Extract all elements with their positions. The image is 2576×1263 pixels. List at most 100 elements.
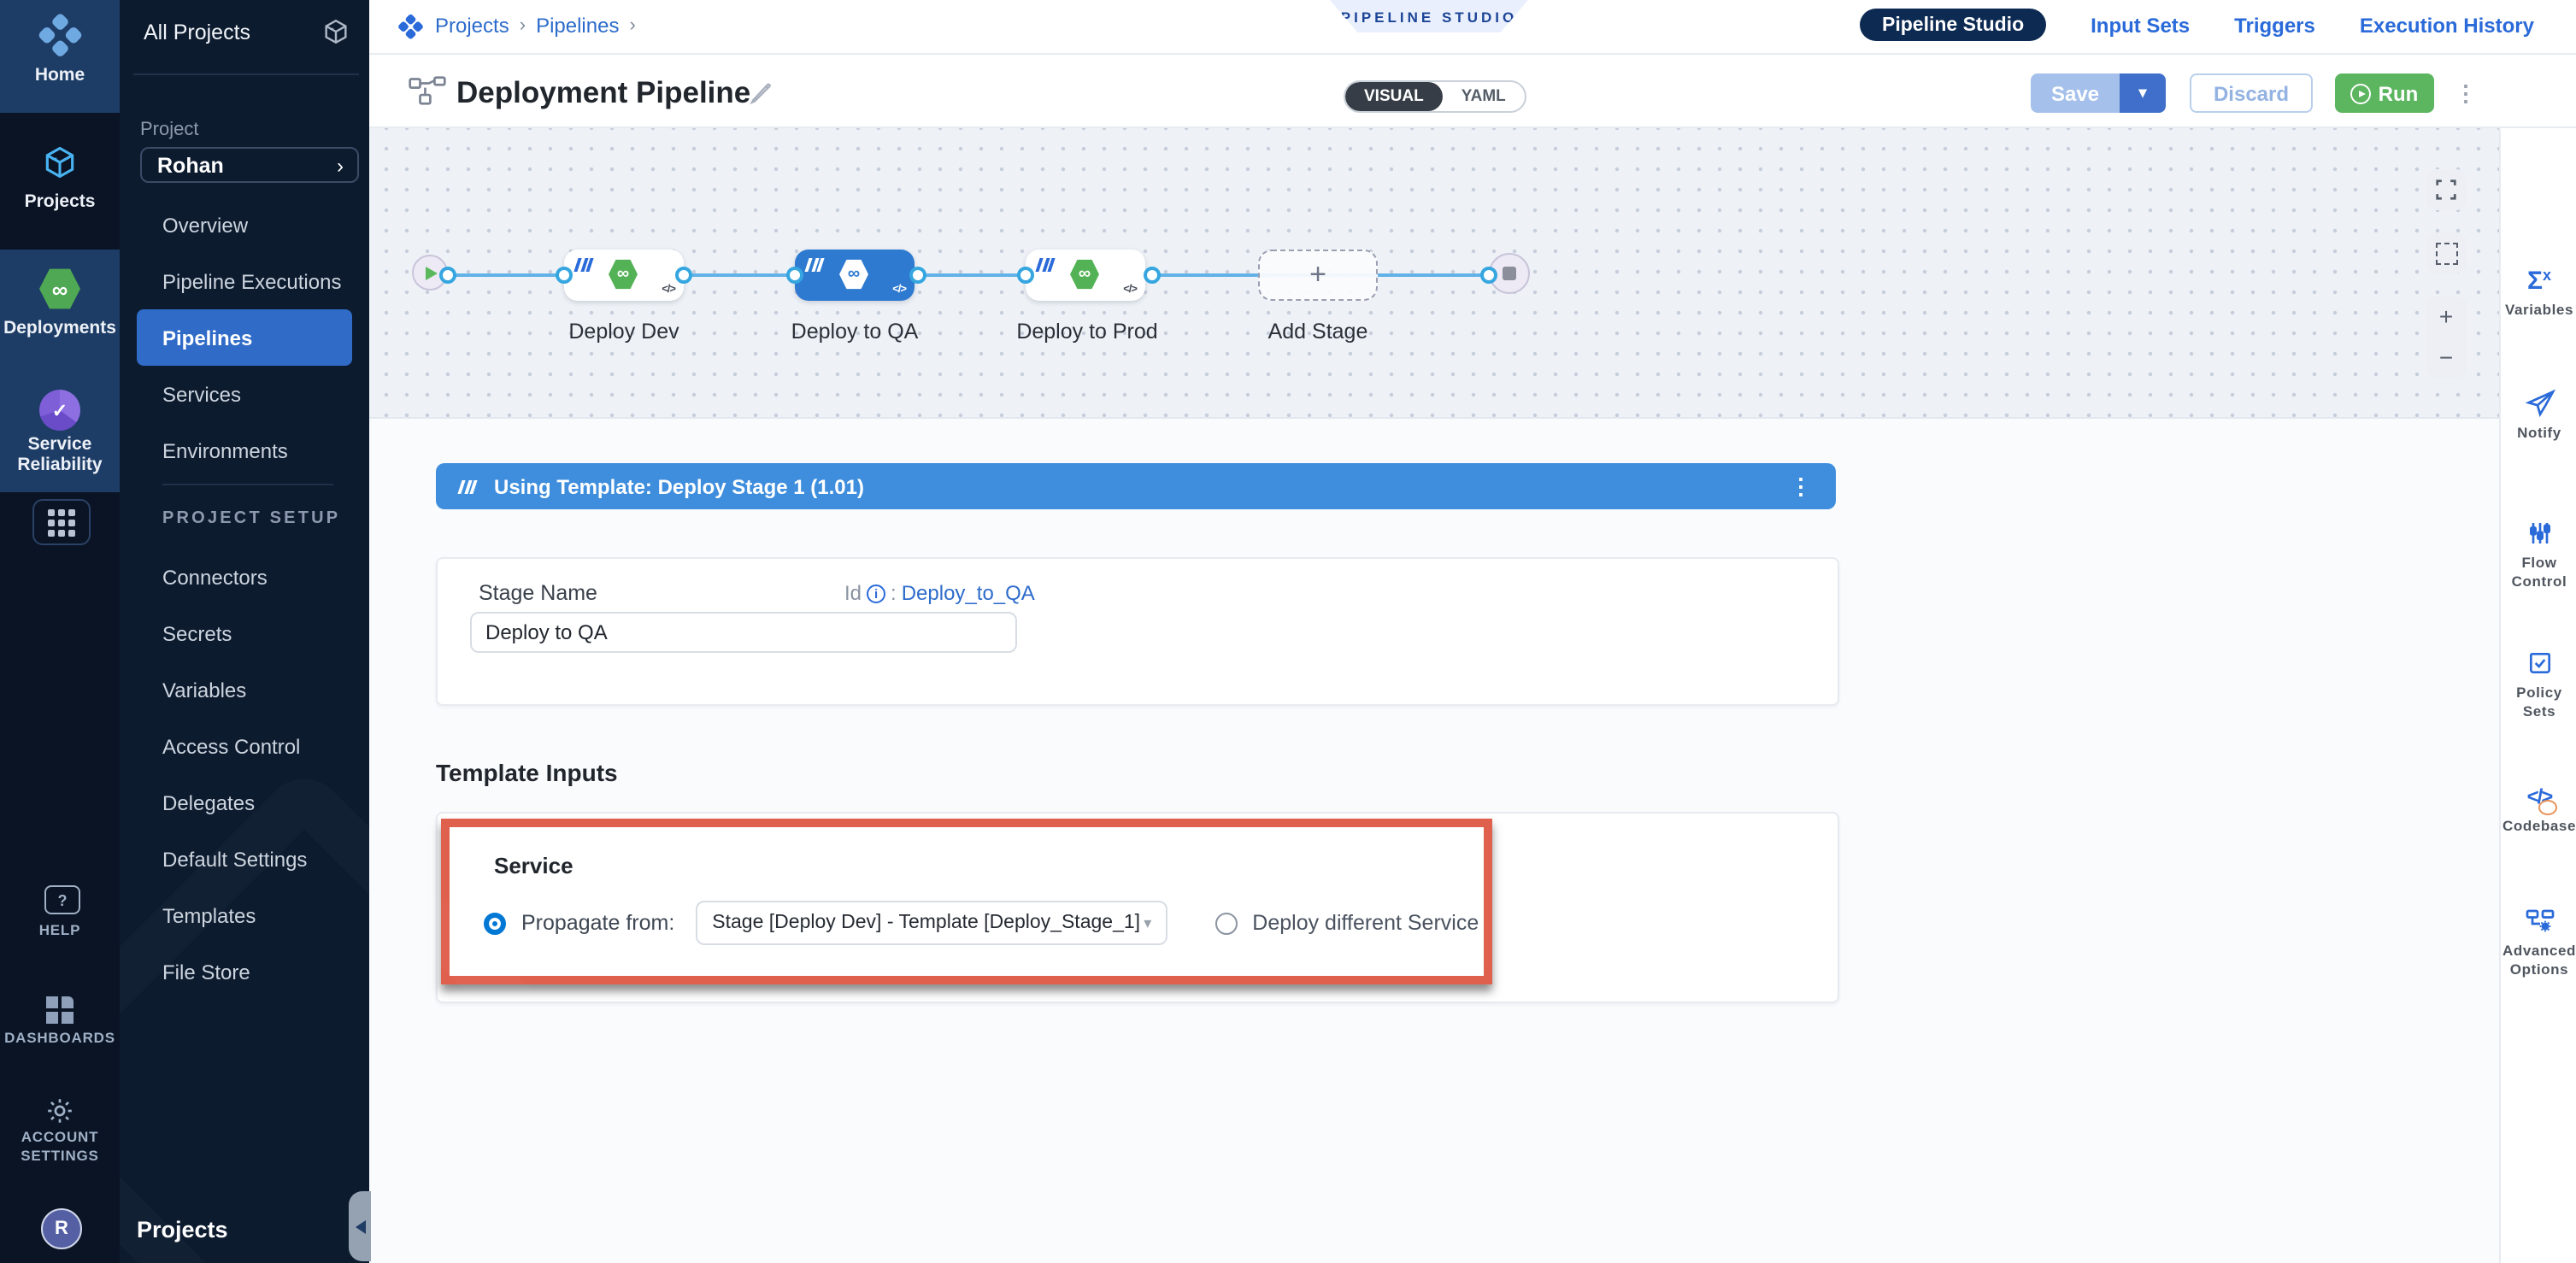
codebase-warning-icon (2538, 800, 2556, 815)
notify-paper-plane-icon (2524, 388, 2555, 419)
project-label: Project (140, 120, 199, 140)
project-selector[interactable]: Rohan › (140, 147, 359, 183)
tool-flow-control[interactable]: Flow Control (2501, 518, 2576, 591)
sidebar-item-overview[interactable]: Overview (120, 197, 369, 253)
add-stage-label: Add Stage (1198, 320, 1438, 344)
connector-node[interactable] (675, 266, 692, 283)
all-projects-link[interactable]: All Projects (144, 21, 250, 44)
tool-policy-sets[interactable]: Policy Sets (2501, 648, 2576, 721)
discard-button[interactable]: Discard (2190, 73, 2313, 113)
visual-yaml-toggle: VISUAL YAML (1344, 80, 1526, 113)
rail-item-deployments[interactable]: ∞ Deployments (0, 263, 120, 366)
sidebar-item-connectors[interactable]: Connectors (120, 549, 369, 605)
dashboards-icon[interactable] (46, 996, 74, 1024)
rail-item-projects[interactable]: Projects (0, 113, 120, 239)
advanced-options-icon (2524, 906, 2555, 937)
stage-card-deploy-dev[interactable]: ∞ </> (564, 250, 684, 301)
selection-tool-button[interactable] (2426, 232, 2467, 273)
connector-node[interactable] (1144, 266, 1161, 283)
zoom-out-button[interactable]: − (2439, 337, 2453, 378)
rail-item-home[interactable]: Home (0, 0, 120, 113)
connector-node[interactable] (1017, 266, 1034, 283)
tool-variables[interactable]: Σx Variables (2501, 265, 2576, 320)
edit-pencil-icon[interactable] (749, 80, 773, 113)
project-selector-value: Rohan (142, 153, 224, 177)
all-projects-cube-icon[interactable] (321, 17, 350, 55)
connector-node[interactable] (786, 266, 803, 283)
tab-pipeline-studio[interactable]: Pipeline Studio (1860, 9, 2046, 41)
connector-node[interactable] (556, 266, 573, 283)
info-icon[interactable]: i (867, 584, 885, 602)
pipeline-studio-page: Home Projects ∞ Deployments ✓ Service Re… (0, 0, 2576, 1263)
using-template-banner[interactable]: Using Template: Deploy Stage 1 (1.01) ⋮ (436, 463, 1836, 509)
tab-input-sets[interactable]: Input Sets (2091, 13, 2190, 37)
tool-advanced-options[interactable]: Advanced Options (2501, 906, 2576, 979)
breadcrumb-projects-link[interactable]: Projects (435, 14, 509, 38)
stage-card-deploy-to-prod[interactable]: ∞ </> (1026, 250, 1145, 301)
project-setup-heading: PROJECT SETUP (162, 509, 340, 528)
tool-notify[interactable]: Notify (2501, 388, 2576, 443)
sidebar-item-pipelines[interactable]: Pipelines (137, 309, 352, 366)
banner-kebab-icon[interactable]: ⋮ (1790, 473, 1812, 500)
propagate-from-value: Stage [Deploy Dev] - Template [Deploy_St… (697, 913, 1140, 933)
rail-item-service-reliability[interactable]: ✓ Service Reliability (0, 390, 120, 485)
stage-name-label: Stage Name (479, 581, 597, 605)
collapse-arrow-icon (355, 1219, 365, 1233)
plus-icon: + (1309, 258, 1326, 292)
deployment-stage-icon: ∞ (609, 258, 638, 291)
zoom-in-button[interactable]: + (2439, 296, 2453, 337)
stage-card-deploy-to-qa[interactable]: ∞ </> (795, 250, 915, 301)
rail-home-label: Home (0, 65, 120, 85)
deployments-icon: ∞ (39, 267, 80, 311)
code-icon: </> (892, 284, 906, 296)
sidebar-item-services[interactable]: Services (120, 366, 369, 422)
pipeline-graph-icon (409, 75, 446, 115)
banner-text: Using Template: Deploy Stage 1 (1.01) (494, 474, 864, 498)
different-service-label: Deploy different Service (1252, 911, 1479, 935)
help-icon[interactable]: ? (44, 885, 80, 914)
sidebar-item-pipeline-executions[interactable]: Pipeline Executions (120, 253, 369, 309)
sidebar-item-variables[interactable]: Variables (120, 661, 369, 718)
sidebar-item-secrets[interactable]: Secrets (120, 605, 369, 661)
variables-sigma-icon: Σx (2527, 265, 2551, 296)
module-rail: Home Projects ∞ Deployments ✓ Service Re… (0, 0, 120, 1263)
more-options-kebab-icon[interactable]: ⋮ (2455, 79, 2477, 107)
sidebar-item-environments[interactable]: Environments (120, 422, 369, 479)
deployment-stage-icon: ∞ (1070, 258, 1099, 291)
stage-name-input[interactable] (470, 612, 1017, 653)
start-play-icon (426, 266, 438, 279)
service-options-row: Propagate from: Stage [Deploy Dev] - Tem… (484, 901, 1479, 945)
id-label: Id (844, 581, 862, 605)
toggle-visual[interactable]: VISUAL (1345, 82, 1443, 111)
breadcrumb-separator: › (520, 15, 526, 36)
connector-node[interactable] (909, 266, 926, 283)
breadcrumb-pipelines-link[interactable]: Pipelines (536, 14, 619, 38)
marquee-icon (2435, 242, 2457, 264)
pipeline-canvas[interactable]: ∞ </> ∞ </> ∞ </> + Deploy Dev Deploy to… (369, 128, 2499, 419)
template-bars-icon (576, 258, 597, 272)
add-stage-button[interactable]: + (1258, 250, 1378, 301)
projects-cube-icon (41, 144, 79, 190)
stage-id-value[interactable]: Deploy_to_QA (902, 581, 1035, 605)
connector-node[interactable] (439, 266, 456, 283)
policy-sets-icon (2526, 648, 2553, 678)
module-selector-button[interactable] (32, 499, 91, 545)
propagate-from-select[interactable]: Stage [Deploy Dev] - Template [Deploy_St… (695, 901, 1167, 945)
avatar[interactable]: R (41, 1208, 82, 1249)
different-service-radio[interactable] (1214, 912, 1237, 934)
save-dropdown-button[interactable]: ▾ (2120, 73, 2166, 113)
tab-execution-history[interactable]: Execution History (2360, 13, 2534, 37)
rail-help-label: HELP (0, 921, 120, 938)
tool-codebase[interactable]: </> Codebase (2501, 781, 2576, 836)
toggle-yaml[interactable]: YAML (1443, 82, 1525, 111)
propagate-radio[interactable] (484, 912, 506, 934)
sidebar-item-access-control[interactable]: Access Control (120, 718, 369, 774)
sidebar-collapse-handle[interactable] (349, 1191, 371, 1261)
run-button[interactable]: Run (2335, 73, 2434, 113)
tab-triggers[interactable]: Triggers (2234, 13, 2315, 37)
pipeline-studio-ribbon: PIPELINE STUDIO (1330, 0, 1528, 32)
connector-node[interactable] (1480, 266, 1497, 283)
fullscreen-button[interactable] (2426, 169, 2467, 210)
save-button[interactable]: Save (2031, 73, 2120, 113)
rail-module-group: ∞ Deployments ✓ Service Reliability (0, 250, 120, 492)
